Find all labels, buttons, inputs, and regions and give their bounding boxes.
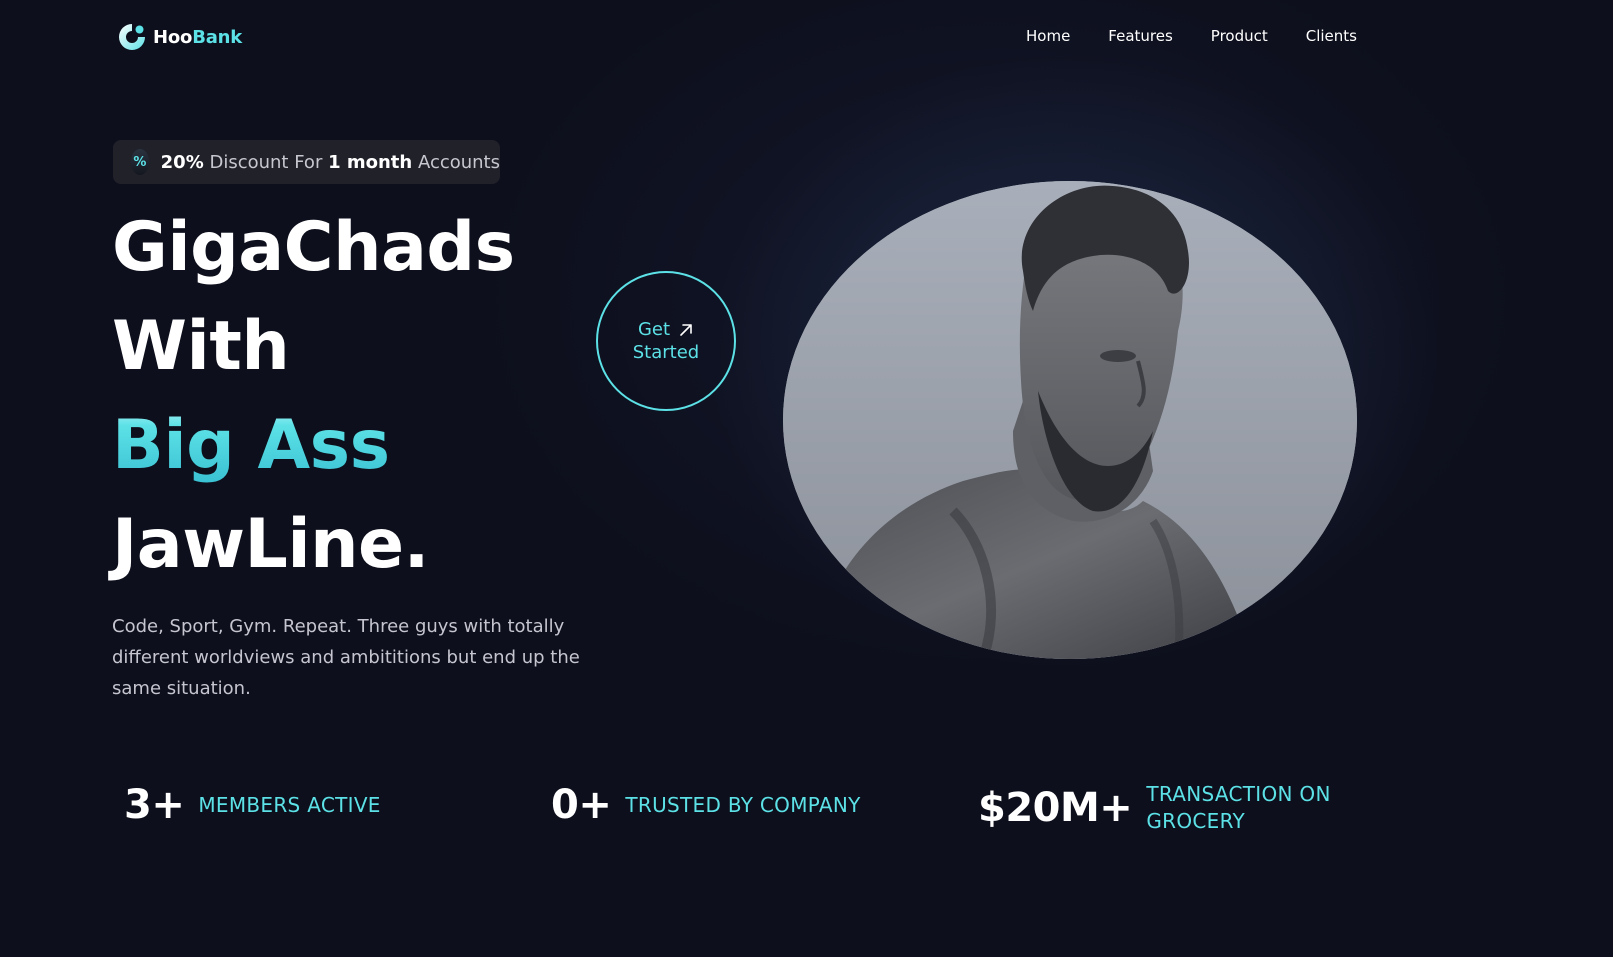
headline-line-2: With <box>112 307 290 386</box>
stat-trusted: 0+ TRUSTED BY COMPANY <box>551 781 861 829</box>
get-started-row: Get <box>638 318 694 341</box>
nav-clients[interactable]: Clients <box>1306 25 1357 47</box>
discount-badge: % 20% Discount For 1 month Accounts <box>113 140 500 184</box>
nav-features[interactable]: Features <box>1108 25 1173 47</box>
get-started-line2: Started <box>632 342 700 363</box>
get-started-line1: Get <box>637 319 671 340</box>
headline-line-3: Big Ass <box>112 396 515 495</box>
logo-text: HooBank <box>153 27 242 48</box>
hero-headline: GigaChads With Big Ass JawLine. <box>112 198 515 594</box>
headline-line-4: JawLine. <box>112 505 430 584</box>
stat-members: 3+ MEMBERS ACTIVE <box>124 781 381 829</box>
stat-label: MEMBERS ACTIVE <box>198 792 381 817</box>
stat-label-line1: TRANSACTION ON <box>1146 782 1331 806</box>
discount-suffix: Accounts <box>412 151 500 173</box>
discount-percent: 20% <box>160 151 204 173</box>
get-started-button[interactable]: Get Started <box>596 271 736 411</box>
hero-image <box>783 181 1357 659</box>
arrow-up-right-icon <box>680 323 692 336</box>
discount-duration: 1 month <box>328 151 413 173</box>
stat-value: 3+ <box>124 782 185 828</box>
hero-description: Code, Sport, Gym. Repeat. Three guys wit… <box>112 616 580 699</box>
stat-label: TRANSACTION ON GROCERY <box>1146 781 1330 835</box>
percent-icon: % <box>131 149 149 175</box>
headline-line-1: GigaChads <box>112 208 515 287</box>
logo-text-part1: Hoo <box>153 26 193 48</box>
logo-icon <box>119 24 145 50</box>
stat-label: TRUSTED BY COMPANY <box>625 792 861 817</box>
top-nav: Home Features Product Clients <box>1026 25 1357 47</box>
logo[interactable]: HooBank <box>115 20 242 54</box>
logo-text-part2: Bank <box>192 26 243 48</box>
nav-product[interactable]: Product <box>1211 25 1268 47</box>
stat-value: 0+ <box>551 782 612 828</box>
discount-text: 20% Discount For 1 month Accounts <box>161 152 500 173</box>
stat-label-line2: GROCERY <box>1146 809 1246 833</box>
get-started-row-2: Started <box>633 341 699 364</box>
stat-value: $20M+ <box>978 785 1133 831</box>
discount-mid: Discount For <box>203 151 329 173</box>
landing-page: HooBank Home Features Product Clients % … <box>0 0 1613 957</box>
stat-transaction: $20M+ TRANSACTION ON GROCERY <box>978 781 1331 835</box>
nav-home[interactable]: Home <box>1026 25 1070 47</box>
portrait-illustration <box>783 181 1357 659</box>
